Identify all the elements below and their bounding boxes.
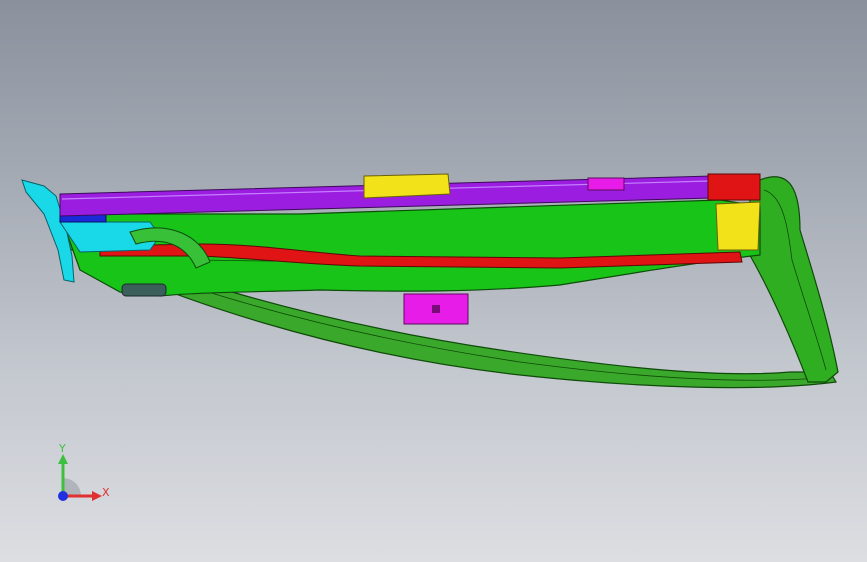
magenta-tag	[587, 177, 625, 191]
yellow-clip-top	[363, 173, 451, 199]
x-axis-label: X	[102, 486, 110, 499]
coordinate-triad: Y X	[48, 440, 118, 510]
x-axis-arrow	[92, 491, 102, 501]
magenta-block-hole	[432, 305, 440, 313]
z-axis-dot	[58, 491, 68, 501]
yellow-clip-right	[715, 201, 761, 251]
cad-model[interactable]	[0, 0, 867, 562]
right-end	[747, 176, 839, 383]
y-axis-label: Y	[59, 442, 66, 455]
red-end-cap	[707, 173, 761, 201]
graphics-viewport[interactable]: Y X	[0, 0, 867, 562]
dark-pin	[121, 283, 167, 297]
y-axis-arrow	[58, 454, 68, 464]
